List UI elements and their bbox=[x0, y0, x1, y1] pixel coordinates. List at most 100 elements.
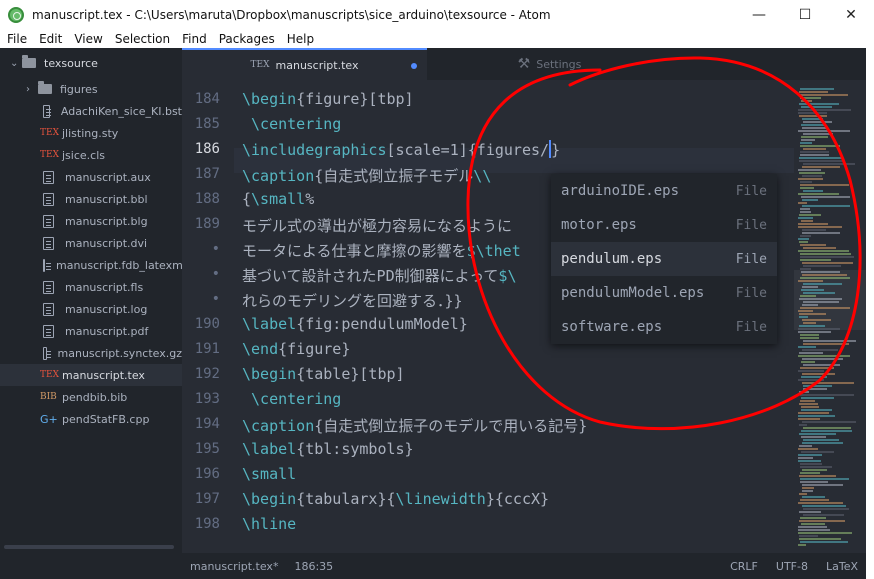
tab-label: Settings bbox=[536, 57, 582, 71]
code-line[interactable]: \includegraphics[scale=1]{figures/} bbox=[242, 140, 560, 159]
minimap-line bbox=[798, 94, 848, 96]
minimap-line bbox=[802, 505, 846, 507]
modified-indicator-icon[interactable] bbox=[411, 63, 417, 69]
tree-horizontal-scrollbar[interactable] bbox=[4, 545, 174, 549]
code-line[interactable]: \begin{table}[tbp] bbox=[242, 365, 405, 383]
status-cursor-position[interactable]: 186:35 bbox=[294, 560, 333, 573]
text-file-icon bbox=[43, 280, 54, 294]
code-line[interactable]: モデル式の導出が極力容易になるように bbox=[242, 215, 512, 236]
minimap-visible-area[interactable] bbox=[794, 270, 866, 330]
autocomplete-item[interactable]: motor.eps File bbox=[551, 208, 777, 242]
code-line[interactable]: \caption{自走式倒立振子のモデルで用いる記号} bbox=[242, 415, 587, 436]
tree-item-label: AdachiKen_sice_KI.bst bbox=[60, 104, 182, 118]
pdf-file-icon bbox=[43, 324, 54, 338]
minimap-line bbox=[798, 346, 816, 348]
line-number: 184 bbox=[194, 91, 220, 107]
code-line[interactable]: れらのモデリングを回避する．}} bbox=[242, 290, 463, 311]
code-line[interactable]: \hline bbox=[242, 515, 296, 533]
tab-settings[interactable]: ⚒ Settings bbox=[427, 48, 672, 80]
autocomplete-item[interactable]: software.eps File bbox=[551, 310, 777, 344]
status-encoding[interactable]: UTF-8 bbox=[776, 560, 808, 573]
minimap-line bbox=[800, 145, 840, 147]
status-file-name[interactable]: manuscript.tex* bbox=[190, 560, 278, 573]
code-line[interactable]: \centering bbox=[242, 115, 341, 133]
minimap-line bbox=[799, 103, 839, 105]
tree-root-folder[interactable]: ⌄ texsource bbox=[0, 48, 182, 78]
minimap-line bbox=[803, 439, 839, 441]
tree-file-item[interactable]: manuscript.blg bbox=[0, 210, 182, 232]
code-line[interactable]: \centering bbox=[242, 390, 341, 408]
minimap-line bbox=[803, 343, 849, 345]
tree-file-item[interactable]: TEX jsice.cls bbox=[0, 144, 182, 166]
tree-file-item[interactable]: manuscript.aux bbox=[0, 166, 182, 188]
autocomplete-item[interactable]: arduinoIDE.eps File bbox=[551, 174, 777, 208]
minimap-line bbox=[800, 337, 819, 339]
autocomplete-label: pendulumModel.eps bbox=[561, 285, 705, 301]
tools-icon: ⚒ bbox=[517, 56, 531, 72]
menu-view[interactable]: View bbox=[69, 32, 107, 46]
menu-file[interactable]: File bbox=[2, 32, 32, 46]
tree-item-label: manuscript.dvi bbox=[65, 236, 148, 250]
menu-help[interactable]: Help bbox=[282, 32, 319, 46]
minimap-line bbox=[803, 301, 839, 303]
tree-item-label: manuscript.bbl bbox=[65, 192, 148, 206]
line-number-gutter: 183 184 185 186 187 188 189 • • • 190 191 192 193 194 1… bbox=[182, 80, 234, 553]
close-button[interactable]: ✕ bbox=[828, 0, 874, 30]
minimap-line bbox=[803, 292, 835, 294]
tree-file-item[interactable]: manuscript.fdb_latexmk bbox=[0, 254, 189, 276]
tree-file-item[interactable]: AdachiKen_sice_KI.bst bbox=[0, 100, 182, 122]
line-number: 196 bbox=[194, 466, 220, 482]
minimap-line bbox=[800, 295, 816, 297]
code-line[interactable]: \caption{自走式倒立振子モデル\\ bbox=[242, 165, 491, 186]
status-line-ending[interactable]: CRLF bbox=[730, 560, 758, 573]
menu-find[interactable]: Find bbox=[177, 32, 212, 46]
code-line[interactable]: \begin{figure}[tbp] bbox=[242, 90, 414, 108]
tree-file-item[interactable]: manuscript.synctex.gz bbox=[0, 342, 182, 364]
code-line[interactable]: \begin{tabularx}{\linewidth}{cccX} bbox=[242, 490, 549, 508]
tree-file-item[interactable]: TEX jlisting.sty bbox=[0, 122, 182, 144]
minimize-button[interactable]: — bbox=[736, 0, 782, 30]
menu-selection[interactable]: Selection bbox=[110, 32, 175, 46]
minimap[interactable] bbox=[794, 80, 866, 553]
tab-manuscript-tex[interactable]: TEX manuscript.tex bbox=[182, 48, 427, 80]
minimap-line bbox=[798, 454, 822, 456]
minimap-line bbox=[798, 532, 852, 534]
tree-file-item[interactable]: manuscript.pdf bbox=[0, 320, 182, 342]
menu-edit[interactable]: Edit bbox=[34, 32, 67, 46]
code-line[interactable]: \label{fig:pendulumModel} bbox=[242, 315, 468, 333]
code-line[interactable]: 基づいて設計されたPD制御器によって$\ bbox=[242, 265, 516, 286]
tree-file-item[interactable]: manuscript.bbl bbox=[0, 188, 182, 210]
minimap-line bbox=[802, 496, 825, 498]
autocomplete-item[interactable]: pendulum.eps File bbox=[551, 242, 777, 276]
menu-packages[interactable]: Packages bbox=[214, 32, 280, 46]
status-grammar[interactable]: LaTeX bbox=[826, 560, 858, 573]
code-line[interactable]: モータによる仕事と摩擦の影響を$\thet bbox=[242, 240, 521, 261]
minimap-line bbox=[799, 535, 818, 537]
minimap-line bbox=[799, 172, 825, 174]
tree-file-item[interactable]: G+ pendStatFB.cpp bbox=[0, 408, 182, 430]
minimap-line bbox=[800, 517, 826, 519]
minimap-line bbox=[801, 139, 815, 141]
tree-file-item[interactable]: BIB pendbib.bib bbox=[0, 386, 182, 408]
autocomplete-item[interactable]: pendulumModel.eps File bbox=[551, 276, 777, 310]
tree-file-item[interactable]: manuscript.fls bbox=[0, 276, 182, 298]
title-bar: manuscript.tex - C:\Users\maruta\Dropbox… bbox=[0, 0, 874, 30]
autocomplete-type: File bbox=[735, 183, 767, 199]
code-line[interactable]: {\small% bbox=[242, 190, 314, 208]
text-file-icon bbox=[43, 258, 51, 272]
tree-file-item[interactable]: TEX manuscript.tex bbox=[0, 364, 182, 386]
minimap-line bbox=[802, 175, 822, 177]
tree-file-item[interactable]: manuscript.dvi bbox=[0, 232, 182, 254]
maximize-button[interactable]: ☐ bbox=[782, 0, 828, 30]
minimap-line bbox=[799, 493, 807, 495]
tree-file-list: › figures AdachiKen_sice_KI.bst TEX jlisting… bbox=[0, 78, 189, 430]
code-line[interactable]: \small bbox=[242, 465, 296, 483]
tree-folder-item[interactable]: › figures bbox=[0, 78, 182, 100]
minimap-line bbox=[799, 424, 807, 426]
vertical-scrollbar[interactable] bbox=[866, 48, 874, 553]
minimap-line bbox=[799, 316, 808, 318]
code-line[interactable]: \end{figure} bbox=[242, 340, 350, 358]
tree-file-item[interactable]: manuscript.log bbox=[0, 298, 182, 320]
minimap-line bbox=[800, 400, 815, 402]
code-line[interactable]: \label{tbl:symbols} bbox=[242, 440, 414, 458]
